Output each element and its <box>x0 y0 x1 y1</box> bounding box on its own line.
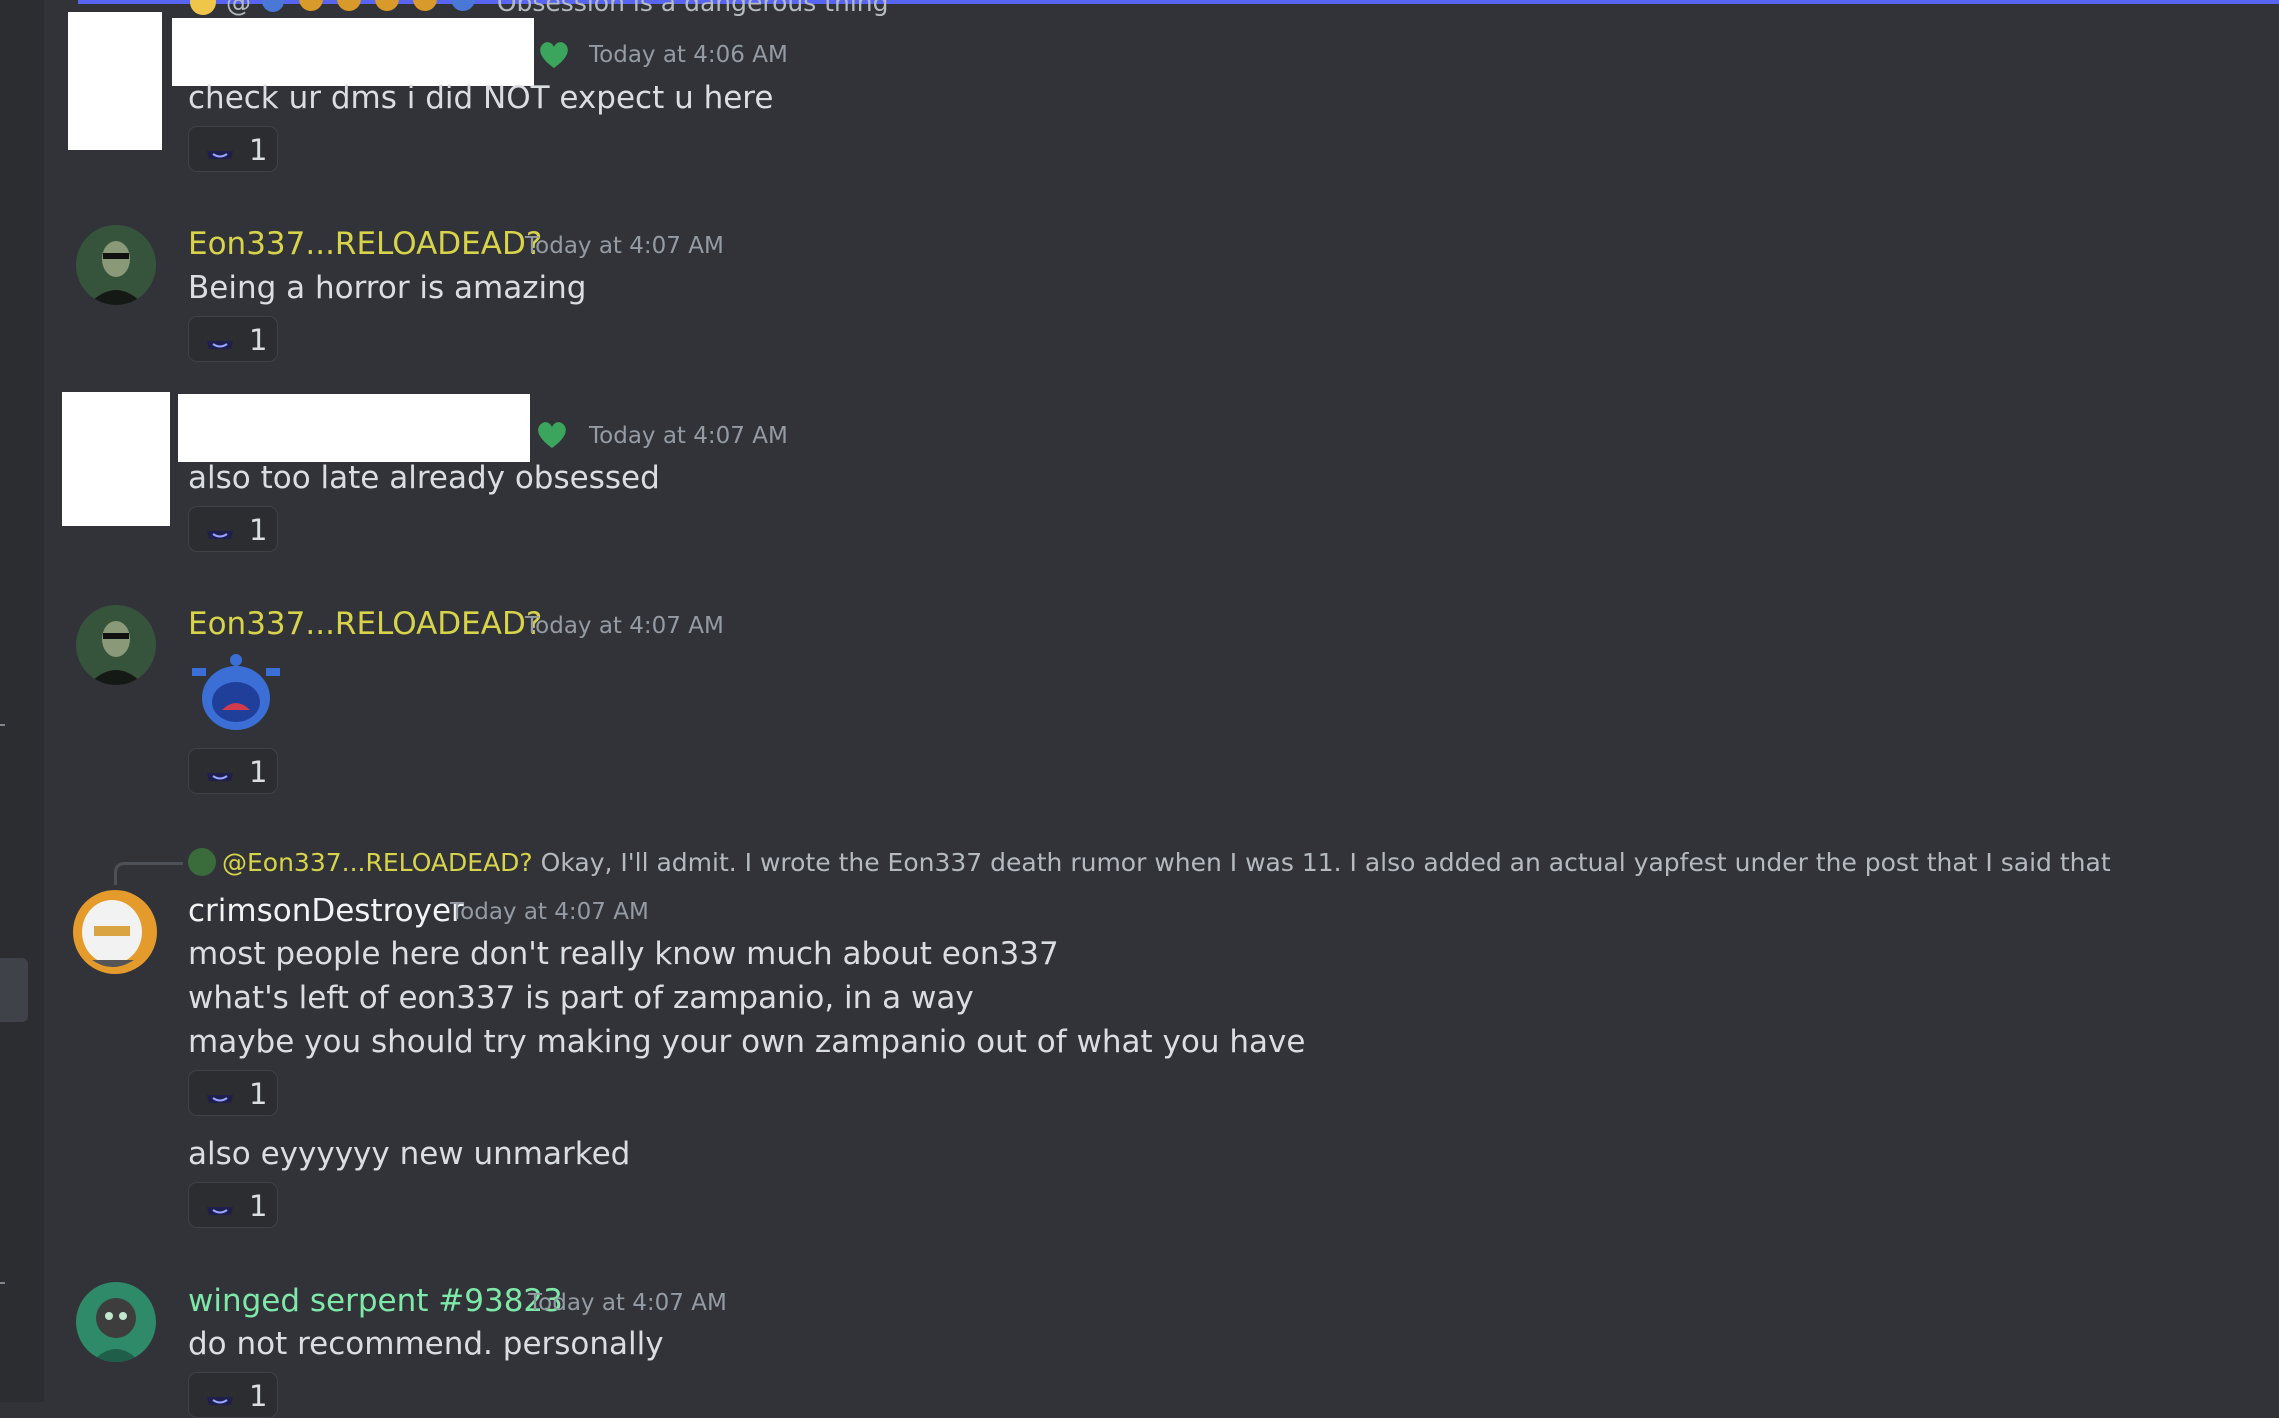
user-avatar-icon <box>76 1282 156 1362</box>
reaction-button[interactable]: 1 <box>188 126 278 172</box>
message-text: maybe you should try making your own zam… <box>188 1024 1306 1060</box>
reaction-count: 1 <box>249 513 268 547</box>
reaction-button[interactable]: 1 <box>188 316 278 362</box>
left-sidebar-strip <box>0 0 44 1402</box>
message-text: check ur dms i did NOT expect u here <box>188 80 774 116</box>
emoji-row-icon <box>261 0 475 12</box>
hat-emoji-icon <box>207 151 233 159</box>
reaction-count: 1 <box>249 133 268 167</box>
reply-preview-text: Okay, I'll admit. I wrote the Eon337 dea… <box>540 848 2111 877</box>
sidebar-divider <box>0 1282 5 1284</box>
message-text: Being a horror is amazing <box>188 270 587 306</box>
hat-emoji-icon <box>207 341 233 349</box>
reaction-button[interactable]: 1 <box>188 1070 278 1116</box>
reply-preview[interactable]: @ Obsession is a dangerous thing <box>188 0 889 20</box>
redacted-username[interactable] <box>172 18 534 86</box>
message-timestamp[interactable]: Today at 4:07 AM <box>525 231 724 261</box>
message-timestamp[interactable]: Today at 4:07 AM <box>589 421 788 451</box>
reaction-button[interactable]: 1 <box>188 748 278 794</box>
hat-emoji-icon <box>207 1095 233 1103</box>
reaction-button[interactable]: 1 <box>188 1372 278 1418</box>
message-timestamp[interactable]: Today at 4:07 AM <box>450 897 649 927</box>
reaction-button[interactable]: 1 <box>188 506 278 552</box>
username[interactable]: winged serpent #93823 <box>188 1282 563 1320</box>
message-text: also eyyyyyy new unmarked <box>188 1136 631 1172</box>
username[interactable]: Eon337...RELOADEAD? <box>188 225 542 263</box>
message-timestamp[interactable]: Today at 4:07 AM <box>525 611 724 641</box>
message-text: do not recommend. personally <box>188 1326 664 1362</box>
reply-preview[interactable]: @Eon337...RELOADEAD? Okay, I'll admit. I… <box>188 846 2111 880</box>
message-timestamp[interactable]: Today at 4:07 AM <box>528 1288 727 1318</box>
hat-emoji-icon <box>207 1207 233 1215</box>
reaction-count: 1 <box>249 755 268 789</box>
reply-avatar-icon <box>188 848 216 876</box>
emoji-strip-icon <box>190 0 216 15</box>
avatar[interactable] <box>72 884 158 980</box>
avatar[interactable] <box>76 605 156 685</box>
reply-spine <box>114 862 183 885</box>
username[interactable]: Eon337...RELOADEAD? <box>188 605 542 643</box>
reaction-count: 1 <box>249 1077 268 1111</box>
reaction-count: 1 <box>249 1189 268 1223</box>
green-heart-badge-icon[interactable] <box>532 414 572 454</box>
avatar[interactable] <box>76 1282 156 1362</box>
hat-emoji-icon <box>207 773 233 781</box>
reply-mention[interactable]: @Eon337...RELOADEAD? <box>222 848 533 877</box>
hat-emoji-icon <box>207 531 233 539</box>
message-text: also too late already obsessed <box>188 460 660 496</box>
message-text: most people here don't really know much … <box>188 936 1059 972</box>
crying-blue-face-emoji-icon[interactable] <box>188 652 284 736</box>
user-avatar-icon <box>73 890 157 974</box>
reaction-count: 1 <box>249 323 268 357</box>
sidebar-divider <box>0 724 5 726</box>
reply-preview-text: Obsession is a dangerous thing <box>496 0 889 17</box>
avatar[interactable] <box>76 225 156 305</box>
redacted-avatar[interactable] <box>62 392 170 526</box>
message-timestamp[interactable]: Today at 4:06 AM <box>589 40 788 70</box>
green-heart-badge-icon[interactable] <box>534 34 574 74</box>
hat-emoji-icon <box>207 1397 233 1405</box>
message-text: what's left of eon337 is part of zampani… <box>188 980 974 1016</box>
user-avatar-icon <box>76 605 156 685</box>
redacted-avatar[interactable] <box>68 12 162 150</box>
selected-channel-indicator[interactable] <box>0 958 28 1022</box>
reaction-count: 1 <box>249 1379 268 1413</box>
username[interactable]: crimsonDestroyer <box>188 892 464 930</box>
reaction-button[interactable]: 1 <box>188 1182 278 1228</box>
redacted-username[interactable] <box>178 394 530 462</box>
user-avatar-icon <box>76 225 156 305</box>
